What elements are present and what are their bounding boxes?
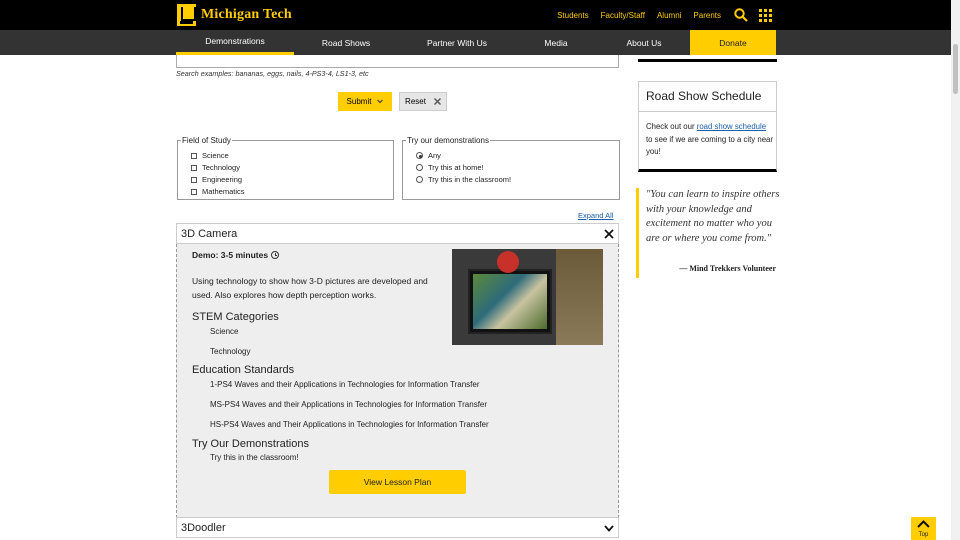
field-of-study-fieldset: Field of Study Science Technology Engine… xyxy=(177,136,394,200)
checkbox-mathematics[interactable]: Mathematics xyxy=(191,187,245,196)
submit-button[interactable]: Submit xyxy=(338,92,392,111)
radio-label: Any xyxy=(428,151,441,160)
main-nav: Demonstrations Road Shows Partner With U… xyxy=(0,30,951,55)
road-show-schedule-link[interactable]: road show schedule xyxy=(697,122,766,131)
submit-label: Submit xyxy=(346,97,372,106)
michigan-tech-logo[interactable]: Michigan Tech xyxy=(177,4,292,26)
search-examples: Search examples: bananas, eggs, nails, 4… xyxy=(176,69,369,78)
demo-duration: Demo: 3-5 minutes xyxy=(192,250,280,260)
radio-icon[interactable] xyxy=(416,164,423,171)
chevron-up-icon xyxy=(917,520,930,528)
logo-mark-icon xyxy=(177,4,196,26)
link-students[interactable]: Students xyxy=(557,11,589,20)
radio-try-at-home[interactable]: Try this at home! xyxy=(416,163,484,172)
list-item: 1-PS4 Waves and their Applications in Te… xyxy=(210,380,480,389)
education-standards-heading: Education Standards xyxy=(192,364,295,376)
logo-text: Michigan Tech xyxy=(201,7,292,22)
back-to-top-button[interactable]: Top xyxy=(911,517,936,540)
demonstrations-legend: Try our demonstrations xyxy=(406,136,490,145)
nav-partner-with-us[interactable]: Partner With Us xyxy=(412,30,502,55)
nav-donate[interactable]: Donate xyxy=(690,30,776,55)
radio-any[interactable]: Any xyxy=(416,151,441,160)
road-show-text-after: to see if we are coming to a city near y… xyxy=(646,134,773,157)
top-label: Top xyxy=(918,532,929,538)
accordion-header-3doodler[interactable]: 3Doodler xyxy=(176,517,619,538)
try-demonstrations-heading: Try Our Demonstrations xyxy=(192,438,309,450)
sidebar-divider xyxy=(638,59,777,62)
demo-description: Using technology to show how 3-D picture… xyxy=(192,276,428,300)
radio-label: Try this at home! xyxy=(428,163,484,172)
stem-categories-heading: STEM Categories xyxy=(192,311,279,323)
expand-all-link[interactable]: Expand All xyxy=(578,211,613,220)
checkbox-label: Engineering xyxy=(202,175,243,184)
list-item: Technology xyxy=(210,347,251,356)
checkbox-technology[interactable]: Technology xyxy=(191,163,240,172)
search-input[interactable] xyxy=(176,55,619,68)
radio-icon[interactable] xyxy=(416,176,423,183)
nav-road-shows[interactable]: Road Shows xyxy=(301,30,391,55)
reset-button[interactable]: Reset xyxy=(399,92,447,111)
road-show-text-before: Check out our xyxy=(646,122,695,131)
checkbox-icon[interactable] xyxy=(191,164,197,171)
accordion-title: 3D Camera xyxy=(181,227,238,240)
close-icon[interactable] xyxy=(604,229,614,239)
checkbox-label: Technology xyxy=(202,163,240,172)
scrollbar-thumb[interactable] xyxy=(953,44,958,94)
duration-text: Demo: 3-5 minutes xyxy=(192,250,269,260)
list-item: HS-PS4 Waves and Their Applications in T… xyxy=(210,420,489,429)
divider xyxy=(639,111,776,112)
checkbox-icon[interactable] xyxy=(191,152,197,159)
close-icon xyxy=(433,98,441,105)
audience-links: Students Faculty/Staff Alumni Parents xyxy=(557,0,721,30)
reset-label: Reset xyxy=(405,97,426,106)
quote-text: "You can learn to inspire others with yo… xyxy=(646,189,780,244)
road-show-text: Check out our road show schedule to see … xyxy=(646,121,774,159)
radio-selected-icon[interactable] xyxy=(416,152,423,159)
radio-label: Try this in the classroom! xyxy=(428,175,512,184)
checkbox-engineering[interactable]: Engineering xyxy=(191,175,242,184)
clock-icon xyxy=(271,251,280,259)
checkbox-icon[interactable] xyxy=(191,188,197,195)
field-of-study-legend: Field of Study xyxy=(181,136,232,145)
checkbox-label: Science xyxy=(202,151,229,160)
link-faculty-staff[interactable]: Faculty/Staff xyxy=(601,11,645,20)
checkbox-label: Mathematics xyxy=(202,187,245,196)
volunteer-quote: "You can learn to inspire others with yo… xyxy=(636,188,781,278)
search-icon[interactable] xyxy=(734,8,748,22)
radio-try-in-classroom[interactable]: Try this in the classroom! xyxy=(416,175,511,184)
list-item: Science xyxy=(210,327,239,336)
link-alumni[interactable]: Alumni xyxy=(657,11,681,20)
chevron-down-icon[interactable] xyxy=(604,525,614,532)
accordion-title: 3Doodler xyxy=(181,521,226,534)
checkbox-icon[interactable] xyxy=(191,176,197,183)
top-header: Michigan Tech Students Faculty/Staff Alu… xyxy=(0,0,951,30)
nav-media[interactable]: Media xyxy=(520,30,592,55)
demo-photo xyxy=(452,249,603,345)
road-show-schedule-card: Road Show Schedule Check out our road sh… xyxy=(638,81,777,172)
list-item: Try this in the classroom! xyxy=(210,453,299,462)
checkbox-science[interactable]: Science xyxy=(191,151,229,160)
list-item: MS-PS4 Waves and their Applications in T… xyxy=(210,400,488,409)
link-parents[interactable]: Parents xyxy=(693,11,721,20)
quote-attribution: — Mind Trekkers Volunteer xyxy=(679,264,776,273)
grid-icon[interactable] xyxy=(759,9,772,22)
road-show-title: Road Show Schedule xyxy=(646,89,762,103)
chevron-down-icon xyxy=(377,99,384,104)
demonstrations-fieldset: Try our demonstrations Any Try this at h… xyxy=(402,136,620,200)
view-lesson-plan-button[interactable]: View Lesson Plan xyxy=(329,470,466,494)
nav-about-us[interactable]: About Us xyxy=(610,30,678,55)
accordion-header-3d-camera[interactable]: 3D Camera xyxy=(176,223,619,244)
nav-demonstrations[interactable]: Demonstrations xyxy=(176,30,294,55)
